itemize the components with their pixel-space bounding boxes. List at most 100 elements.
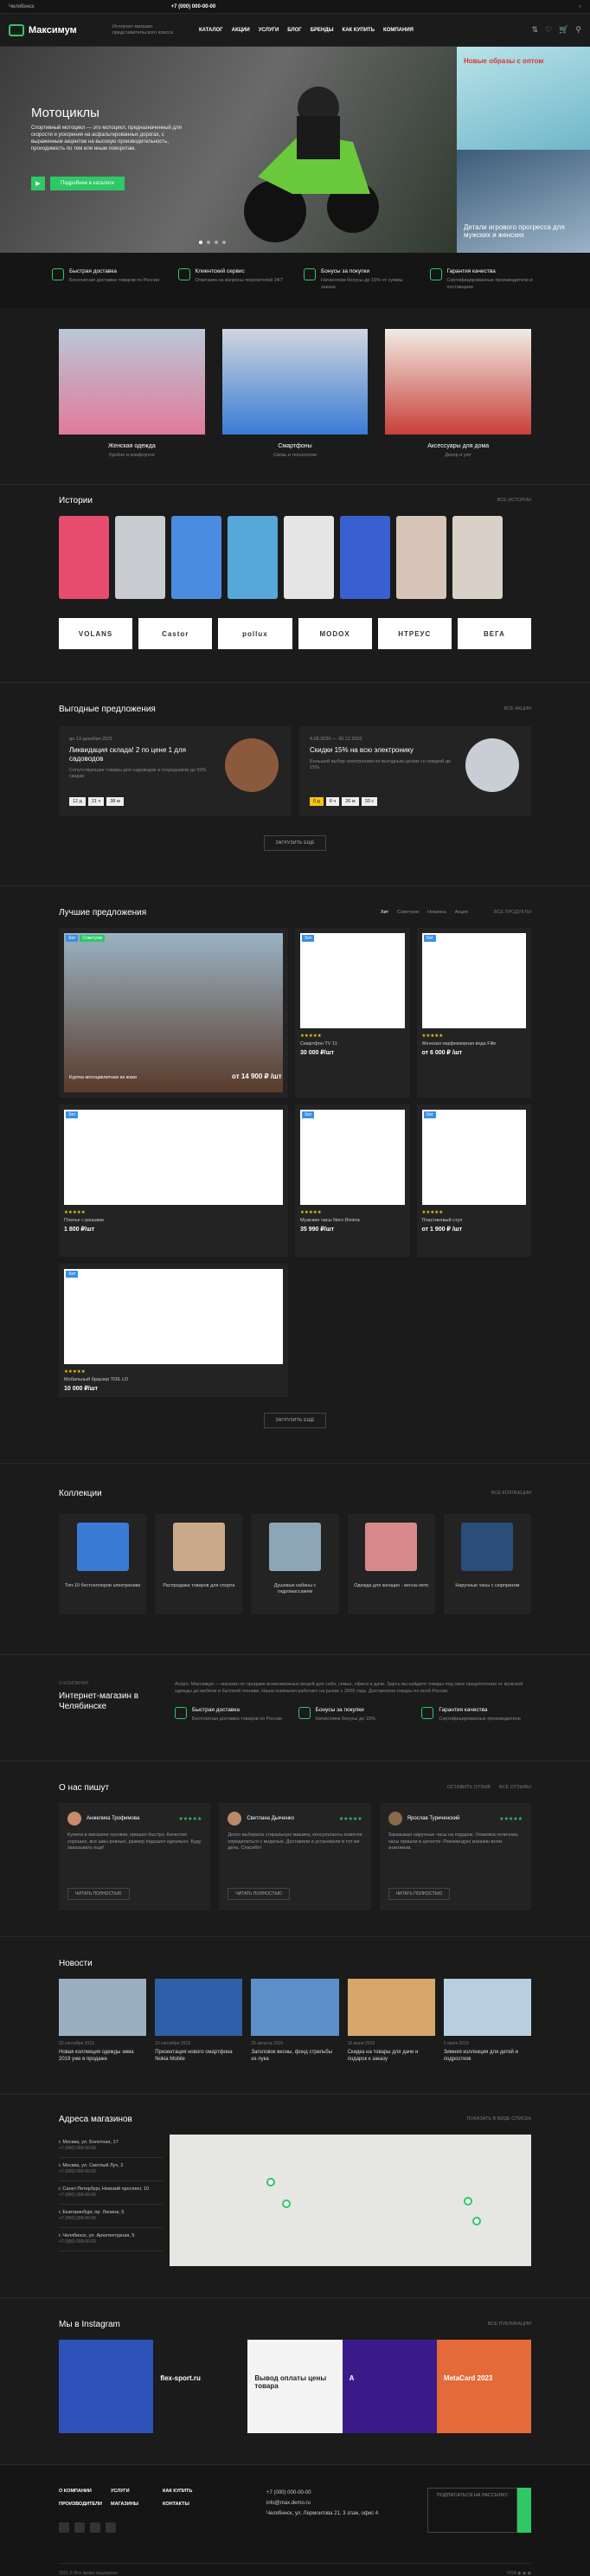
tab-new[interactable]: Новинка — [427, 910, 446, 915]
play-icon[interactable]: ▶ — [31, 177, 45, 190]
read-more-button[interactable]: ЧИТАТЬ ПОЛНОСТЬЮ — [388, 1888, 451, 1900]
category-card[interactable]: Смартфоны Связь и технологии — [221, 329, 369, 458]
tab-recommend[interactable]: Советуем — [397, 910, 419, 915]
nav-catalog[interactable]: КАТАЛОГ — [199, 28, 223, 33]
map-pin-icon[interactable] — [464, 2197, 472, 2206]
story-card[interactable] — [59, 516, 109, 599]
product-card[interactable]: Хит ★★★★★ Пластиковый стул от 1 900 ₽ /шт — [416, 1104, 531, 1257]
map-pin-icon[interactable] — [472, 2217, 481, 2225]
shop-item[interactable]: г. Санкт-Петербург, Невский проспект, 10… — [59, 2181, 163, 2205]
story-card[interactable] — [284, 516, 334, 599]
hero-side-banner-1[interactable]: Новые образы с оптом — [457, 47, 590, 150]
news-card[interactable]: 10 июня 2019 Скидка на товары для дачи и … — [347, 1979, 435, 2063]
instagram-post[interactable]: Вывод оплаты цены товара — [247, 2340, 343, 2433]
shop-item[interactable]: г. Челябинск, ул. Архитектурная, 5 +7 (00… — [59, 2228, 163, 2251]
collection-card[interactable]: Душевые кабины с гидромассажем — [251, 1514, 339, 1614]
map-pin-icon[interactable] — [282, 2199, 291, 2208]
read-more-button[interactable]: ЧИТАТЬ ПОЛНОСТЬЮ — [67, 1888, 130, 1900]
product-card[interactable]: Хит ★★★★★ Платье с рюшами 1 800 ₽/шт — [59, 1104, 288, 1257]
list-view-link[interactable]: ПОКАЗАТЬ В ВИДЕ СПИСКА — [466, 2116, 531, 2122]
offer-card[interactable]: 4.09.2020 — 30.12.2020 Скидки 15% на всю … — [299, 726, 531, 816]
category-card[interactable]: Аксессуары для дома Декор и уют — [385, 329, 532, 458]
instagram-post[interactable]: MetaCard 2023 — [436, 2340, 532, 2433]
hero-main-slide[interactable]: Мотоциклы Спортивный мотоцикл — это мото… — [0, 47, 457, 253]
instagram-post[interactable]: A — [342, 2340, 437, 2433]
search-icon[interactable]: ⚲ — [575, 25, 581, 35]
all-stories-link[interactable]: ВСЕ ИСТОРИИ — [497, 498, 531, 503]
vk-icon[interactable] — [59, 2522, 69, 2533]
news-card[interactable]: 25 августа 2019 Заголовок весны, фонд стр… — [251, 1979, 339, 2063]
collection-card[interactable]: Топ-10 бестселлеров электроники — [59, 1514, 147, 1614]
product-card[interactable]: Хит Советуем Куртка мотоциклетная из кожи о… — [59, 928, 288, 1098]
youtube-icon[interactable] — [106, 2522, 116, 2533]
instagram-post[interactable] — [59, 2340, 154, 2433]
instagram-icon[interactable] — [90, 2522, 100, 2533]
brand-logo[interactable]: НТРЕУС — [377, 618, 452, 649]
load-more-button[interactable]: ЗАГРУЗИТЬ ЕЩЁ — [264, 1413, 326, 1428]
tab-sale[interactable]: Акция — [455, 910, 468, 915]
map-pin-icon[interactable] — [266, 2178, 275, 2186]
news-card[interactable]: 5 июля 2019 Зимняя коллекция для детей и … — [443, 1979, 532, 2063]
favorites-icon[interactable]: ♡ — [545, 25, 552, 35]
tab-hit[interactable]: Хит — [381, 910, 388, 915]
shop-item[interactable]: г. Москва, ул. Болотная, 17 +7 (000) 000-… — [59, 2135, 163, 2158]
product-card[interactable]: Хит ★★★★★ Мобильный браузер TOIL LD 10 000 … — [59, 1264, 288, 1397]
nav-services[interactable]: УСЛУГИ — [259, 28, 279, 33]
footer-link[interactable]: УСЛУГИ — [111, 2489, 163, 2494]
nav-brands[interactable]: БРЕНДЫ — [311, 28, 334, 33]
footer-link[interactable]: ПРОИЗВОДИТЕЛИ — [59, 2502, 111, 2507]
brand-logo[interactable]: ВЕГА — [457, 618, 532, 649]
story-card[interactable] — [396, 516, 446, 599]
footer-link[interactable]: КОНТАКТЫ — [163, 2502, 215, 2507]
cart-icon[interactable]: 🛒 — [559, 25, 568, 35]
compare-icon[interactable]: ⇅ — [532, 25, 539, 35]
shop-item[interactable]: г. Екатеринбург, пр. Ленина, 5 +7 (000) 0… — [59, 2205, 163, 2228]
product-card[interactable]: Хит ★★★★★ Мужские часы Nero Riviera 35 990 … — [295, 1104, 410, 1257]
all-collections-link[interactable]: ВСЕ КОЛЛЕКЦИИ — [491, 1491, 531, 1496]
news-card[interactable]: 23 сентября 2019 Новая коллекция одежды з… — [59, 1979, 147, 2063]
arrow-icon[interactable] — [517, 2488, 531, 2533]
story-card[interactable] — [228, 516, 278, 599]
all-reviews-link[interactable]: ВСЕ ОТЗЫВЫ — [499, 1785, 531, 1790]
hero-side-banner-2[interactable]: Детали игрового прогресса для мужских и … — [457, 150, 590, 253]
collection-card[interactable]: Одежда для женщин - весна-лето — [347, 1514, 435, 1614]
footer-link[interactable]: МАГАЗИНЫ — [111, 2502, 163, 2507]
footer-link[interactable]: О КОМПАНИИ — [59, 2489, 111, 2494]
footer-link[interactable]: КАК КУПИТЬ — [163, 2489, 215, 2494]
user-icon[interactable]: ○ — [578, 4, 581, 10]
nav-howtobuy[interactable]: КАК КУПИТЬ — [343, 28, 375, 33]
shop-item[interactable]: г. Москва, ул. Светлый Луч, 2 +7 (000) 00… — [59, 2158, 163, 2181]
product-card[interactable]: Хит ★★★★★ Смартфон TV 11 30 000 ₽/шт — [295, 928, 410, 1098]
hero-button[interactable]: Подробнее в каталоге — [50, 177, 125, 190]
offer-card[interactable]: до 13 декабря 2021 Ликвидация склада! 2 п… — [59, 726, 291, 816]
brand-logo[interactable]: VOLANS — [59, 618, 133, 649]
story-card[interactable] — [171, 516, 221, 599]
story-card[interactable] — [452, 516, 503, 599]
category-card[interactable]: Женская одежда Удобно и комфортно — [59, 329, 205, 458]
topbar-phone[interactable]: +7 (000) 000-00-00 — [171, 4, 216, 10]
story-card[interactable] — [115, 516, 165, 599]
leave-review-link[interactable]: ОСТАВИТЬ ОТЗЫВ — [447, 1785, 491, 1790]
logo[interactable]: Максимум — [9, 23, 104, 36]
facebook-icon[interactable] — [74, 2522, 85, 2533]
nav-blog[interactable]: БЛОГ — [287, 28, 301, 33]
product-card[interactable]: Хит ★★★★★ Женская парфюмерная вода Fille от… — [416, 928, 531, 1098]
subscribe-button[interactable]: ПОДПИСАТЬСЯ НА РАССЫЛКУ — [426, 2488, 517, 2533]
all-posts-link[interactable]: ВСЕ ПУБЛИКАЦИИ — [488, 2322, 531, 2327]
nav-sales[interactable]: АКЦИИ — [232, 28, 250, 33]
shops-map[interactable] — [170, 2135, 531, 2266]
story-card[interactable] — [340, 516, 390, 599]
footer-email[interactable]: info@max.demo.ru — [266, 2498, 378, 2508]
collection-card[interactable]: Наручные часы с сюрпризом — [443, 1514, 532, 1614]
collection-card[interactable]: Распродажа товаров для спорта — [155, 1514, 243, 1614]
load-more-button[interactable]: ЗАГРУЗИТЬ ЕЩЁ — [264, 835, 326, 851]
nav-company[interactable]: КОМПАНИЯ — [383, 28, 414, 33]
instagram-post[interactable]: flex-sport.ru — [153, 2340, 248, 2433]
all-offers-link[interactable]: ВСЕ АКЦИИ — [503, 706, 531, 712]
footer-phone[interactable]: +7 (000) 000-00-00 — [266, 2488, 378, 2498]
all-products-link[interactable]: ВСЕ ПРОДУКТЫ — [494, 910, 531, 915]
read-more-button[interactable]: ЧИТАТЬ ПОЛНОСТЬЮ — [228, 1888, 290, 1900]
brand-logo[interactable]: MODOX — [298, 618, 372, 649]
brand-logo[interactable]: pollux — [218, 618, 292, 649]
city-select[interactable]: Челябинск — [9, 4, 35, 10]
